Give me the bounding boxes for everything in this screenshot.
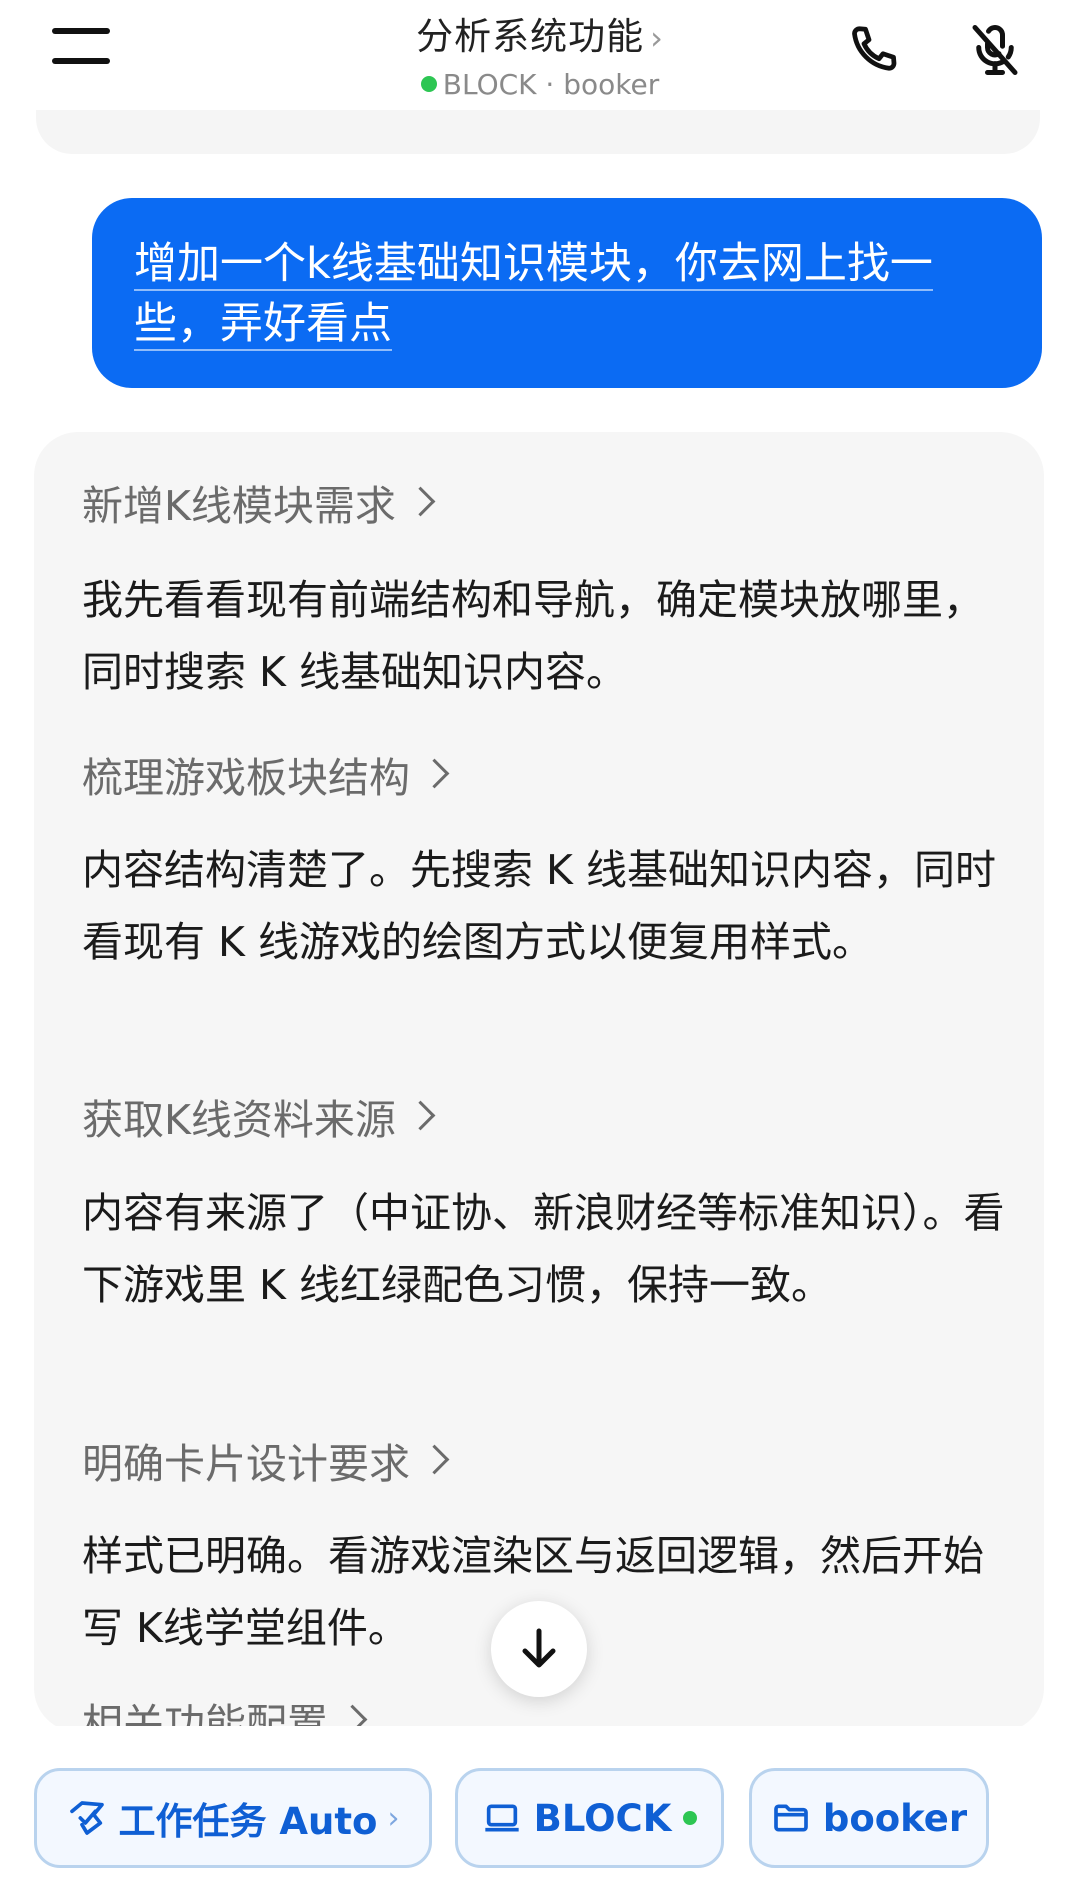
step-header-1[interactable]: 新增K线模块需求 bbox=[82, 472, 436, 532]
booker-label: booker bbox=[822, 1796, 968, 1840]
chevron-right-icon: › bbox=[650, 19, 664, 57]
step-header-3[interactable]: 获取K线资料来源 bbox=[82, 1086, 436, 1146]
step-body-2: 内容结构清楚了。先搜索 K 线基础知识内容，同时看现有 K 线游戏的绘图方式以便… bbox=[82, 846, 996, 966]
user-message-text: 增加一个k线基础知识模块，你去网上找一些，弄好看点 bbox=[134, 234, 1002, 354]
previous-message-card-edge bbox=[36, 110, 1040, 154]
laptop-icon bbox=[484, 1804, 519, 1832]
booker-folder-button[interactable]: booker bbox=[749, 1768, 989, 1868]
online-status-dot bbox=[420, 76, 437, 92]
phone-icon[interactable] bbox=[843, 20, 903, 80]
chevron-right-icon bbox=[405, 1100, 436, 1131]
chevron-right-icon bbox=[405, 486, 436, 517]
chevron-right-icon bbox=[419, 758, 450, 789]
header: 分析系统功能 › BLOCK · booker bbox=[0, 0, 1080, 120]
work-task-label: 工作任务 Auto bbox=[118, 1800, 378, 1843]
conversation-subtitle: BLOCK · booker bbox=[0, 68, 1080, 101]
block-label: BLOCK bbox=[533, 1796, 672, 1840]
step-header-4[interactable]: 明确卡片设计要求 bbox=[82, 1430, 450, 1490]
step-body-3: 内容有来源了（中证协、新浪财经等标准知识）。看下游戏里 K 线红绿配色习惯，保持… bbox=[82, 1189, 1005, 1309]
step-header-2[interactable]: 梳理游戏板块结构 bbox=[82, 744, 450, 804]
scroll-to-bottom-button[interactable] bbox=[491, 1601, 587, 1697]
folder-icon bbox=[774, 1804, 808, 1832]
arrow-down-icon bbox=[522, 1628, 556, 1668]
conversation-title-area[interactable]: 分析系统功能 › BLOCK · booker bbox=[0, 6, 1080, 101]
work-task-mode-button[interactable]: 工作任务 Auto › bbox=[34, 1768, 432, 1868]
step-title: 明确卡片设计要求 bbox=[82, 1440, 410, 1488]
subtitle-text: BLOCK · booker bbox=[442, 68, 660, 101]
user-message-content: 增加一个k线基础知识模块，你去网上找一些，弄好看点 bbox=[134, 239, 933, 351]
user-message-bubble[interactable]: 增加一个k线基础知识模块，你去网上找一些，弄好看点 bbox=[92, 198, 1042, 388]
step-title: 新增K线模块需求 bbox=[82, 482, 396, 530]
step-title: 获取K线资料来源 bbox=[82, 1096, 396, 1144]
block-device-button[interactable]: BLOCK bbox=[455, 1768, 724, 1868]
conversation-title-text: 分析系统功能 bbox=[416, 15, 645, 58]
step-title: 梳理游戏板块结构 bbox=[82, 754, 410, 802]
chevron-right-icon bbox=[419, 1444, 450, 1475]
step-body-1: 我先看看现有前端结构和导航，确定模块放哪里，同时搜索 K 线基础知识内容。 bbox=[82, 576, 984, 696]
chevron-right-icon: › bbox=[387, 1800, 400, 1836]
online-status-dot bbox=[683, 1811, 698, 1825]
conversation-title[interactable]: 分析系统功能 › bbox=[0, 6, 1080, 60]
assistant-message-card: 新增K线模块需求 我先看看现有前端结构和导航，确定模块放哪里，同时搜索 K 线基… bbox=[34, 432, 1044, 1732]
task-icon bbox=[69, 1801, 104, 1835]
mute-microphone-icon[interactable] bbox=[965, 20, 1025, 80]
